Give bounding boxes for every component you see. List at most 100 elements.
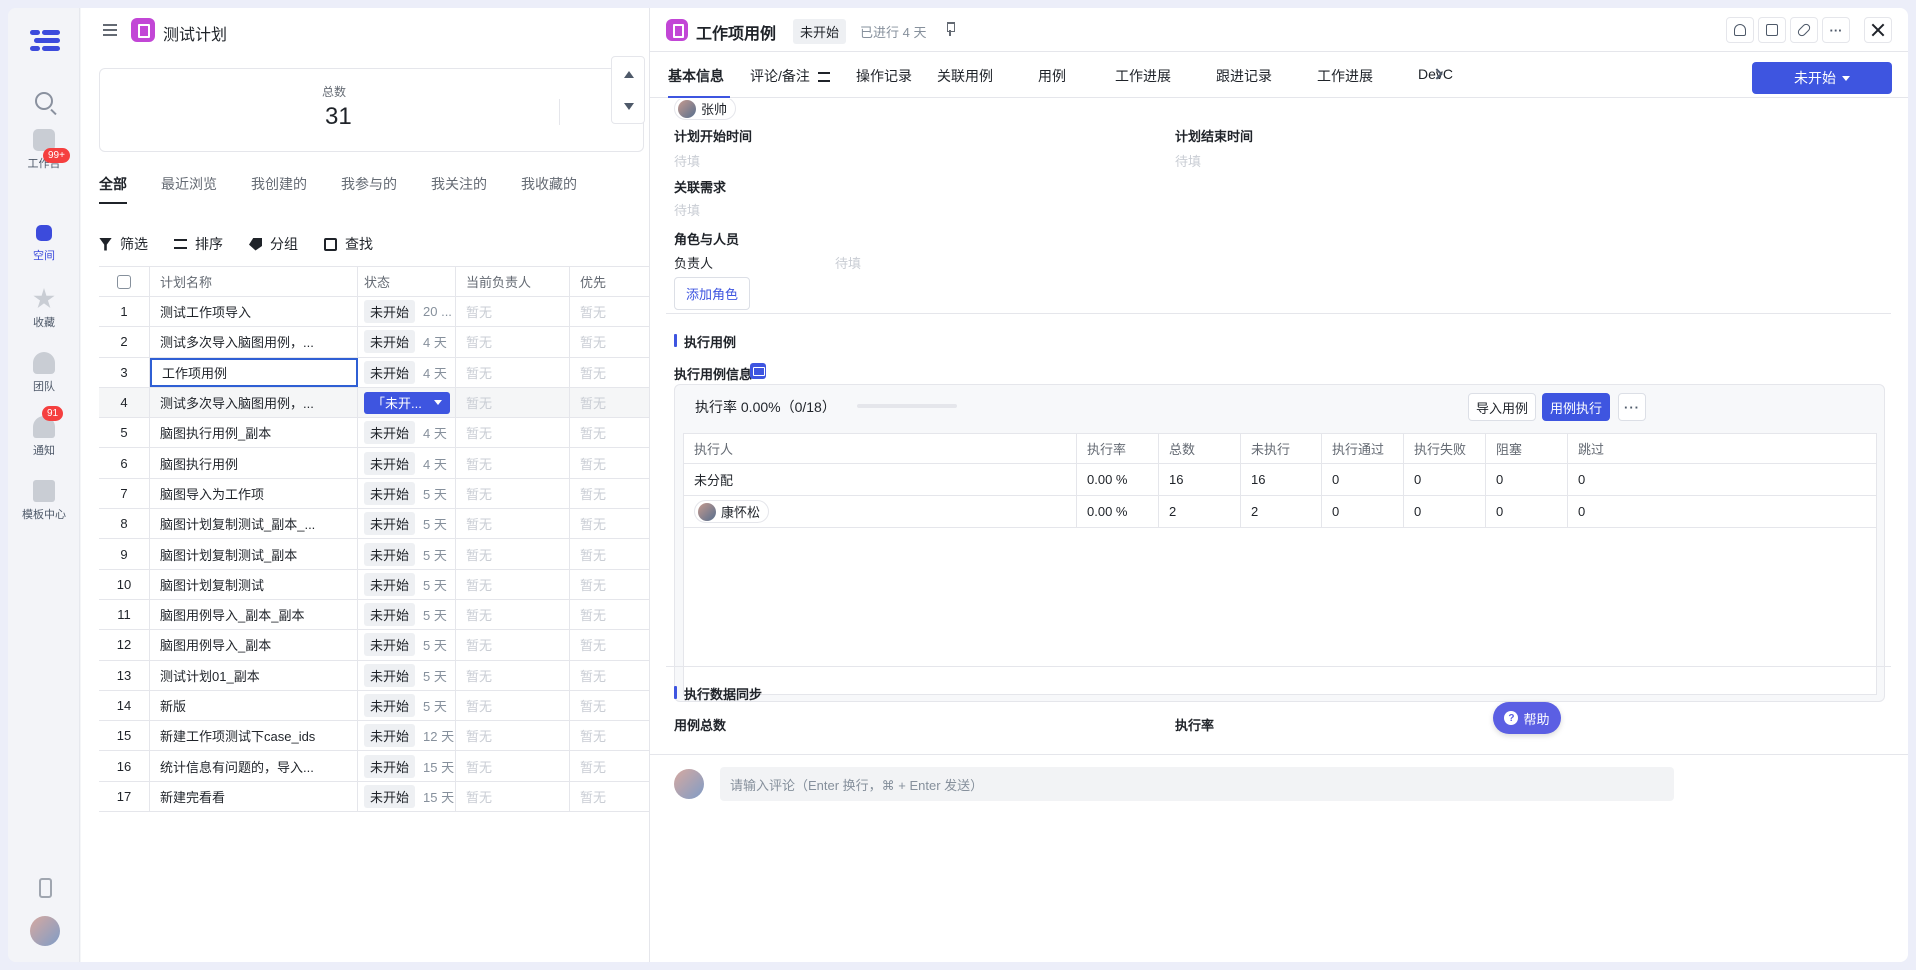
exec-table-row[interactable]: 未分配 0.00 % 16 16 0 0 0 0 [684, 464, 1876, 496]
owner-cell[interactable]: 暂无 [456, 630, 570, 660]
priority-cell[interactable]: 暂无 [570, 570, 650, 599]
tab-follow-up[interactable]: 跟进记录 [1216, 66, 1272, 86]
tab-starred[interactable]: 我收藏的 [521, 174, 577, 204]
tab-created[interactable]: 我创建的 [251, 174, 307, 204]
status-cell[interactable]: 未开始 5 天 [358, 569, 456, 599]
rail-item-team[interactable]: 团队 [8, 352, 80, 394]
table-row[interactable]: 13 测试计划01_副本 未开始 5 天暂无 暂无 [99, 660, 649, 691]
owner-cell[interactable]: 暂无 [456, 327, 570, 357]
table-row[interactable]: 7 脑图导入为工作项 未开始 5 天暂无 暂无 [99, 478, 649, 510]
tab-operation-log[interactable]: 操作记录 [856, 66, 912, 86]
status-select[interactable]: 「未开... [364, 391, 450, 414]
table-row[interactable]: 10 脑图计划复制测试 未开始 5 天暂无 暂无 [99, 569, 650, 600]
priority-cell[interactable]: 暂无 [570, 448, 650, 477]
status-tag[interactable]: 未开始 [364, 724, 416, 748]
priority-cell[interactable]: 暂无 [570, 600, 650, 629]
bookmark-button[interactable] [1758, 17, 1786, 43]
column-header[interactable]: 优先 [570, 267, 650, 296]
table-row[interactable]: 15 新建工作项测试下case_ids 未开始 12 天暂无 暂无 [99, 721, 649, 752]
table-row[interactable]: 11 脑图用例导入_副本_副本 未开始 5 天暂无 暂无 [99, 599, 650, 631]
plan-name-cell[interactable]: 工作项用例 [150, 357, 358, 387]
exec-more-button[interactable]: ··· [1618, 393, 1646, 421]
chart-icon[interactable] [750, 363, 766, 379]
plan-name-cell[interactable]: 脑图用例导入_副本 [150, 630, 358, 660]
status-tag[interactable]: 未开始 [364, 663, 416, 687]
priority-cell[interactable]: 暂无 [570, 630, 650, 659]
table-row[interactable]: 9 脑图计划复制测试_副本 未开始 5 天暂无 暂无 [99, 539, 650, 570]
status-cell[interactable]: 未开始 5 天 [358, 599, 456, 630]
close-button[interactable] [1864, 17, 1892, 43]
status-cell[interactable]: 未开始 5 天 [358, 690, 456, 721]
exec-table-row[interactable]: 康怀松 0.00 % 2 2 0 0 0 0 [684, 496, 1876, 528]
plan-name-cell[interactable]: 脑图计划复制测试 [150, 569, 358, 599]
column-header[interactable]: 计划名称 [150, 267, 358, 296]
table-row[interactable]: 16 统计信息有问题的，导入... 未开始 15 天暂无 暂无 [99, 751, 649, 782]
status-cell[interactable]: 未开始 4 天 [358, 357, 456, 387]
plan-name-cell[interactable]: 测试工作项导入 [150, 297, 358, 327]
rail-item-templates[interactable]: 模板中心 [8, 480, 80, 522]
table-row[interactable]: 5 脑图执行用例_副本 未开始 4 天暂无 暂无 [99, 418, 649, 449]
priority-cell[interactable]: 暂无 [570, 297, 650, 326]
related-value[interactable]: 待填 [674, 200, 700, 219]
status-tag[interactable]: 未开始 [364, 512, 416, 536]
owner-cell[interactable]: 暂无 [456, 297, 570, 327]
tab-progress-2[interactable]: 工作进展 [1317, 66, 1373, 86]
plan-name-cell[interactable]: 脑图用例导入_副本_副本 [150, 599, 358, 630]
column-header[interactable]: 状态 [358, 267, 456, 296]
owner-cell[interactable]: 暂无 [456, 448, 570, 478]
status-tag[interactable]: 未开始 [364, 451, 416, 475]
plan-name-cell[interactable]: 脑图导入为工作项 [150, 478, 358, 509]
status-cell[interactable]: 「未开... [358, 387, 456, 418]
status-cell[interactable]: 未开始 15 天 [358, 751, 456, 781]
owner-cell[interactable]: 暂无 [456, 509, 570, 539]
tab-recent[interactable]: 最近浏览 [161, 174, 217, 204]
priority-cell[interactable]: 暂无 [570, 327, 650, 356]
status-tag[interactable]: 未开始 [364, 754, 416, 778]
plan-name-cell[interactable]: 脑图计划复制测试_副本 [150, 539, 358, 569]
status-tag[interactable]: 未开始 [364, 603, 416, 627]
status-tag[interactable]: 未开始 [364, 421, 416, 445]
plan-name-cell[interactable]: 新建工作项测试下case_ids [150, 721, 358, 751]
owner-cell[interactable]: 暂无 [456, 478, 570, 509]
status-cell[interactable]: 未开始 15 天 [358, 781, 456, 812]
rail-item-space[interactable]: 空间 [8, 225, 80, 263]
status-cell[interactable]: 未开始 4 天 [358, 448, 456, 478]
collapse-sidebar-icon[interactable] [103, 24, 117, 36]
table-row[interactable]: 3 工作项用例 未开始 4 天暂无 暂无 [99, 357, 649, 388]
owner-cell[interactable]: 暂无 [456, 751, 570, 781]
owner-cell[interactable]: 暂无 [456, 721, 570, 751]
scroll-up-icon[interactable] [624, 71, 634, 78]
table-row[interactable]: 6 脑图执行用例 未开始 4 天暂无 暂无 [99, 448, 650, 479]
plan-name-cell[interactable]: 脑图执行用例_副本 [150, 418, 358, 448]
tab-participated[interactable]: 我参与的 [341, 174, 397, 204]
members-button[interactable] [1726, 17, 1754, 43]
tab-progress[interactable]: 工作进展 [1115, 66, 1171, 86]
table-row[interactable]: 12 脑图用例导入_副本 未开始 5 天暂无 暂无 [99, 630, 650, 661]
more-button[interactable]: ··· [1822, 17, 1850, 43]
plan-name-cell[interactable]: 脑图计划复制测试_副本_... [150, 509, 358, 539]
priority-cell[interactable]: 暂无 [570, 539, 650, 568]
owner-cell[interactable]: 暂无 [456, 387, 570, 418]
sort-icon[interactable] [817, 72, 830, 83]
user-avatar[interactable] [30, 916, 60, 946]
table-row[interactable]: 14 新版 未开始 5 天暂无 暂无 [99, 690, 650, 722]
status-tag[interactable]: 未开始 [364, 360, 416, 384]
help-button[interactable]: ? 帮助 [1493, 702, 1561, 734]
copy-link-button[interactable] [1790, 17, 1818, 43]
group-button[interactable]: 分组 [249, 234, 298, 254]
table-row[interactable]: 17 新建完看看 未开始 15 天暂无 暂无 [99, 781, 649, 813]
owner-cell[interactable]: 暂无 [456, 781, 570, 812]
scroll-down-icon[interactable] [624, 103, 634, 110]
plan-start-value[interactable]: 待填 [674, 151, 700, 170]
priority-cell[interactable]: 暂无 [570, 691, 650, 720]
filter-button[interactable]: 筛选 [99, 234, 148, 254]
table-row[interactable]: 1 测试工作项导入 未开始 20 ... 暂无 暂无 [99, 297, 650, 328]
status-tag[interactable]: 未开始 [364, 694, 416, 717]
status-tag[interactable]: 未开始 [364, 572, 416, 596]
status-tag[interactable]: 未开始 [364, 633, 416, 657]
status-cell[interactable]: 未开始 5 天 [358, 630, 456, 660]
status-tag[interactable]: 未开始 [364, 542, 416, 566]
executor-chip[interactable]: 康怀松 [694, 500, 770, 523]
owner-cell[interactable]: 暂无 [456, 539, 570, 569]
status-dropdown-button[interactable]: 未开始 [1752, 62, 1892, 94]
